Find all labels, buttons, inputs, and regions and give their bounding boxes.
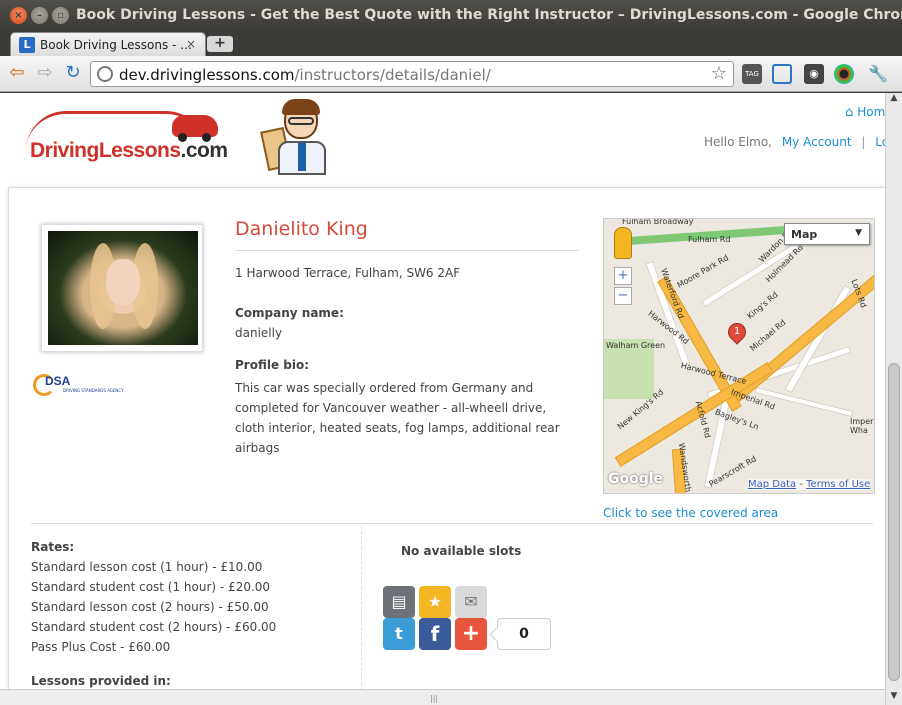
dsa-logo-text: DSA [45, 374, 71, 388]
print-icon[interactable]: ▤ [383, 586, 415, 618]
scroll-up-icon[interactable]: ▲ [886, 93, 902, 107]
address-bar[interactable]: dev.drivinglessons.com/instructors/detai… [90, 61, 734, 87]
back-arrow-icon[interactable]: ⇦ [6, 62, 28, 84]
forward-arrow-icon[interactable]: ⇨ [34, 62, 56, 84]
url-path: /instructors/details/daniel/ [294, 66, 491, 84]
window-minimize-button[interactable]: – [31, 7, 48, 24]
map-label: Fulham Rd [688, 235, 731, 244]
favicon-icon: L [19, 37, 35, 53]
share-count: 0 [497, 618, 551, 650]
company-label: Company name: [235, 306, 344, 320]
url-text[interactable]: dev.drivinglessons.com/instructors/detai… [119, 66, 491, 84]
rates-title: Rates: [31, 540, 75, 554]
logout-link[interactable]: Logo [875, 135, 885, 149]
page-info-icon[interactable] [97, 66, 113, 82]
tab-strip: L Book Driving Lessons - … × + [0, 30, 902, 57]
map-data-link[interactable]: Map Data [748, 479, 796, 490]
twitter-icon[interactable]: t [383, 618, 415, 650]
email-icon[interactable]: ✉ [455, 586, 487, 618]
tab-active[interactable]: L Book Driving Lessons - … × [10, 32, 206, 57]
street-view-pegman-icon[interactable] [614, 227, 632, 259]
map-label: Fulham Broadway [622, 218, 694, 226]
window-titlebar: × – ▫ Book Driving Lessons - Get the Bes… [0, 0, 902, 30]
home-link-label: Hom [857, 105, 885, 119]
bio-label: Profile bio: [235, 358, 310, 372]
rate-item: Standard lesson cost (1 hour) - £10.00 [31, 560, 263, 574]
horizontal-scrollbar[interactable]: ||| [0, 689, 885, 705]
map-type-dropdown[interactable]: Map ▼ [784, 223, 870, 245]
rate-item: Standard lesson cost (2 hours) - £50.00 [31, 600, 269, 614]
logo-car-icon [172, 115, 218, 142]
scroll-down-icon[interactable]: ▼ [886, 691, 902, 705]
url-host: dev.drivinglessons.com [119, 66, 295, 84]
window-title: Book Driving Lessons - Get the Best Quot… [76, 7, 902, 23]
google-logo: Google [608, 471, 664, 487]
map-type-label: Map [791, 228, 818, 241]
site-logo[interactable]: DrivingLessons.com [24, 105, 228, 165]
rate-item: Pass Plus Cost - £60.00 [31, 640, 171, 654]
bookmark-star-icon[interactable]: ☆ [711, 63, 727, 84]
map-label: Imper Wha [850, 417, 874, 435]
company-value: danielly [235, 326, 283, 340]
addthis-plus-icon[interactable]: + [455, 618, 487, 650]
window-maximize-button[interactable]: ▫ [52, 7, 69, 24]
map-label: King's Rd [745, 290, 780, 321]
color-picker-icon[interactable] [834, 64, 854, 84]
terms-link[interactable]: Terms of Use [806, 479, 870, 490]
map-label: Moore Park Rd [675, 253, 731, 290]
marker-label: 1 [733, 326, 741, 337]
favorite-star-icon[interactable]: ★ [419, 586, 451, 618]
divider [31, 523, 873, 524]
map-label: Walham Green [606, 341, 666, 350]
screen-capture-icon[interactable] [772, 64, 792, 84]
instructor-address: 1 Harwood Terrace, Fulham, SW6 2AF [235, 266, 461, 280]
new-tab-button[interactable]: + [207, 36, 233, 52]
map-label: Michael Rd [748, 317, 788, 354]
rate-item: Standard student cost (2 hours) - £60.00 [31, 620, 277, 634]
instructor-name: Danielito King [235, 218, 368, 240]
covered-area-link[interactable]: Click to see the covered area [603, 506, 778, 520]
browser-toolbar: ⇦ ⇨ ↻ dev.drivinglessons.com/instructors… [0, 56, 902, 92]
rate-item: Standard student cost (1 hour) - £20.00 [31, 580, 271, 594]
zoom-out-button[interactable]: − [614, 287, 632, 305]
tab-label: Book Driving Lessons - … [40, 38, 193, 52]
tab-close-icon[interactable]: × [186, 37, 196, 51]
wrench-menu-icon[interactable]: 🔧 [868, 64, 888, 84]
reload-icon[interactable]: ↻ [62, 62, 84, 84]
map-footer: Map Data - Terms of Use [748, 479, 871, 490]
location-map[interactable]: Fulham Broadway Fulham Rd Wardon Rd Holm… [603, 218, 875, 494]
dropdown-caret-icon: ▼ [855, 228, 862, 238]
instructor-photo [41, 224, 203, 352]
divider [361, 526, 362, 705]
lessons-provided-title: Lessons provided in: [31, 674, 171, 688]
my-account-link[interactable]: My Account [782, 135, 852, 149]
greeting-text: Hello Elmo, [704, 135, 772, 149]
instructor-detail-panel: DSA DRIVING STANDARDS AGENCY Danielito K… [8, 187, 885, 705]
divider [235, 250, 579, 251]
logo-tld: .com [180, 139, 229, 162]
instructor-mascot-image [260, 99, 332, 175]
scroll-grip-icon: ||| [430, 694, 439, 703]
window-close-button[interactable]: × [10, 7, 27, 24]
home-icon: ⌂ [845, 105, 854, 120]
logo-text: DrivingLessons.com [30, 139, 228, 163]
zoom-in-button[interactable]: + [614, 267, 632, 285]
location-marker-icon[interactable]: 1 [724, 319, 750, 345]
dsa-logo-subtext: DRIVING STANDARDS AGENCY [63, 388, 124, 393]
logo-main: DrivingLessons [30, 139, 181, 162]
page-viewport: DrivingLessons.com ⌂ Hom Hello Elmo, My A… [0, 93, 885, 705]
no-slots-text: No available slots [401, 544, 522, 558]
account-bar: Hello Elmo, My Account | Logo [704, 135, 885, 149]
home-link[interactable]: ⌂ Hom [845, 105, 885, 120]
profile-bio: This car was specially ordered from Germ… [235, 381, 560, 455]
scrollbar-thumb[interactable] [888, 363, 900, 681]
separator: | [861, 135, 866, 149]
facebook-icon[interactable]: f [419, 618, 451, 650]
vertical-scrollbar[interactable]: ▲ ▼ [885, 93, 902, 705]
camera-icon[interactable]: ◉ [804, 64, 824, 84]
tag-extension-icon[interactable]: TAG [742, 64, 762, 84]
dsa-logo: DSA DRIVING STANDARDS AGENCY [33, 374, 124, 400]
